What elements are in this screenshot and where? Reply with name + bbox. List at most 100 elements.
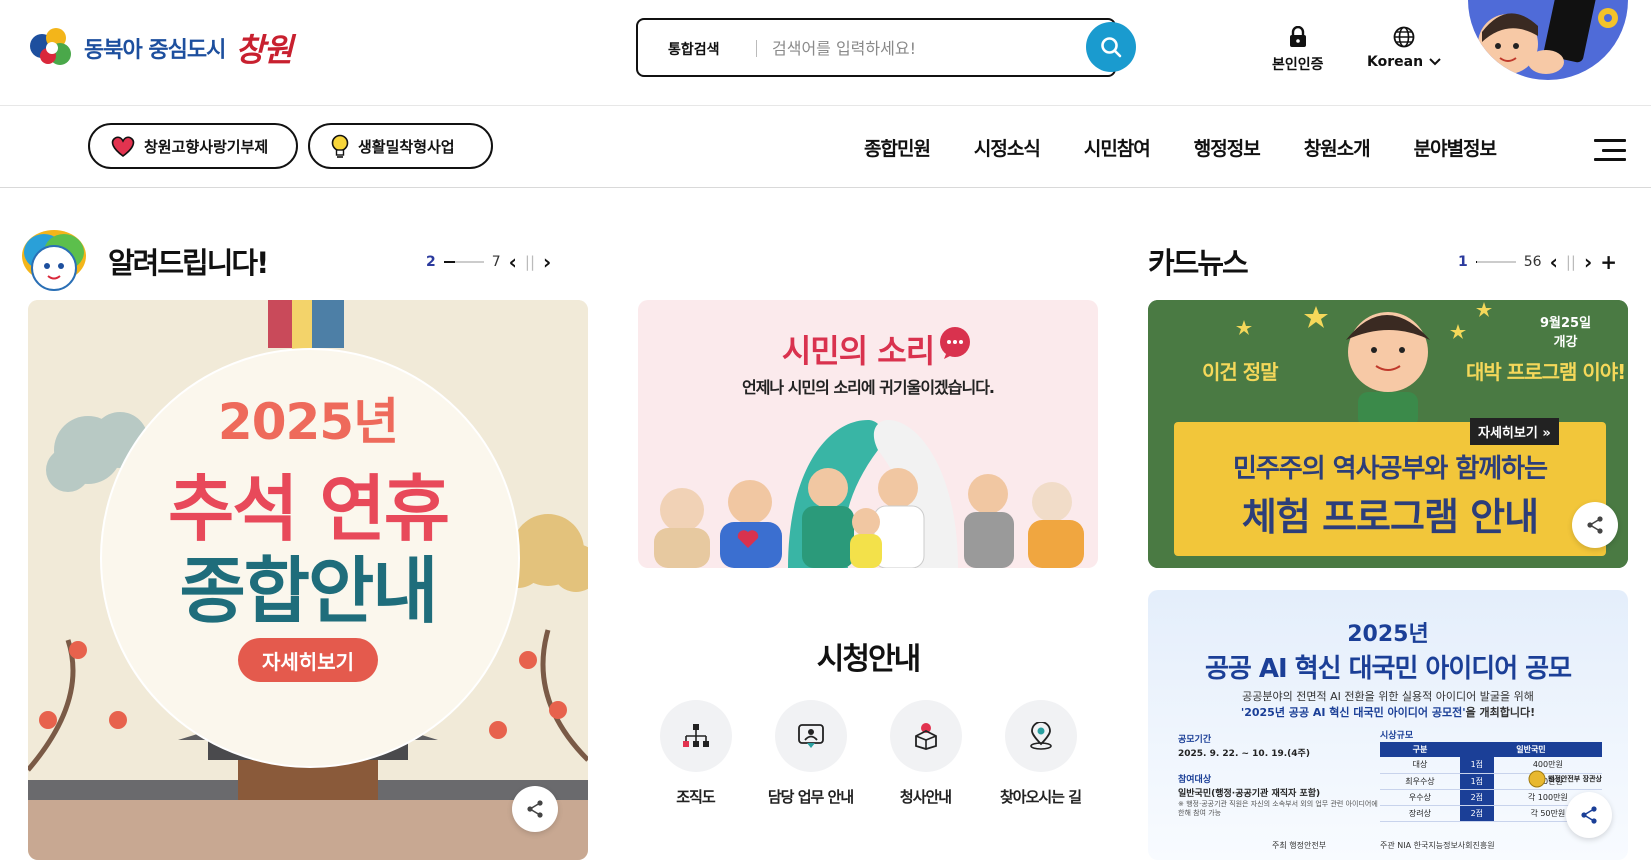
search-icon [1101,37,1122,58]
hamburger-menu-icon[interactable] [1594,139,1626,161]
notice-pager: 2 7 ‹ || › [426,252,551,272]
org-chart-icon [682,724,709,747]
ai-prize-cell: 1점 [1459,773,1494,790]
table-row: 대상 1점 400만원 [1380,757,1602,774]
card-news-section-title: 카드뉴스 [1148,246,1249,280]
chuseok-holiday-banner[interactable]: 2025년 추석 연휴 종합안내 자세히보기 [28,300,588,860]
promo-character-illustration [1468,0,1628,80]
ai-target-note: ※ 행정·공공기관 직원은 자신의 소속부서 외의 업무 관련 아이디어에 한해… [1178,800,1378,818]
city-hall-item-directions[interactable]: 찾아오시는 길 [983,700,1098,807]
menu-item-field-info[interactable]: 분야별정보 [1414,134,1497,161]
menu-item-civil-service[interactable]: 종합민원 [864,134,931,161]
program-caption-right: 대박 프로그램 이야! [1466,360,1626,384]
hometown-love-donation-label: 창원고향사랑기부제 [144,137,269,156]
ai-host-label: 주최 [1272,841,1287,850]
banner-year: 2025년 [217,393,399,451]
city-hall-item-building-guide[interactable]: 청사안내 [868,700,983,807]
search-divider [756,40,757,57]
card-news-more-button[interactable]: + [1600,252,1617,272]
chevron-down-icon [1429,58,1441,66]
citizen-voice-subtitle: 언제나 시민의 소리에 귀기울이겠습니다. [741,378,995,397]
program-headline-1: 민주주의 역사공부와 함께하는 [1232,454,1548,484]
site-logo[interactable]: 동북아 중심도시 창원 [26,24,293,72]
ai-organizer-name: NIA 한국지능정보사회진흥원 [1397,841,1495,850]
card-news-next-button[interactable]: › [1584,252,1592,272]
logo-title: 창원 [235,31,293,69]
citizen-voice-title: 시민의 소리 [781,332,935,370]
notice-pager-current: 2 [426,254,436,270]
identity-verification[interactable]: 본인인증 [1272,26,1324,74]
award-medal-icon [1528,770,1546,788]
language-selector[interactable]: Korean [1367,26,1441,70]
ai-contest-desc: 공공분야의 전면적 AI 전환을 위한 실용적 아이디어 발굴을 위해 [1242,690,1534,703]
card-news-pager-current: 1 [1458,254,1468,270]
history-program-card[interactable]: 9월25일 개강 이건 정말 대박 프로그램 이야! 자세히보기 » 민주주의 … [1148,300,1628,568]
ai-prize-cell: 장려상 [1380,805,1460,822]
card-news-pause-button[interactable]: || [1566,253,1576,271]
notice-pause-button[interactable]: || [525,253,535,271]
chuseok-share-button[interactable] [512,786,558,832]
mascot-icon [22,230,86,291]
heart-icon [111,136,135,157]
ai-contest-share-button[interactable] [1566,792,1612,838]
city-hall-item-label: 청사안내 [899,788,952,806]
ai-contest-year: 2025년 [1347,622,1429,647]
ai-award-note: 행정안전부 장관상 [1548,775,1602,783]
hometown-love-donation-link[interactable]: 창원고향사랑기부제 [88,123,298,169]
program-detail-button[interactable]: 자세히보기 » [1470,418,1559,445]
program-date: 9월25일 [1540,316,1592,331]
site-header: 동북아 중심도시 창원 통합검색 본인인증 Korean [0,0,1651,106]
ai-idea-contest-card[interactable]: 2025년 공공 AI 혁신 대국민 아이디어 공모 공공분야의 전면적 AI … [1148,590,1628,860]
notice-pager-progress [443,261,484,263]
search-scope[interactable]: 통합검색 [668,39,720,59]
ai-period-value: 2025. 9. 22. ~ 10. 19.(4주) [1178,749,1310,759]
program-share-button[interactable] [1572,502,1618,548]
banner-detail-button[interactable]: 자세히보기 [238,638,378,682]
org-chart-icon-wrap [659,700,732,772]
notice-prev-button[interactable]: ‹ [509,252,517,272]
citizens-illustration [654,420,1084,568]
menu-item-admin-info[interactable]: 행정정보 [1194,134,1261,161]
city-emblem-icon [30,28,71,65]
menu-item-citizen-participation[interactable]: 시민참여 [1084,134,1151,161]
ai-prize-cell: 대상 [1380,757,1460,774]
city-hall-guide-list: 조직도 담당 업무 안내 청사안내 찾아오시는 길 [638,700,1098,807]
program-headline-2: 체험 프로그램 안내 [1241,495,1539,539]
share-icon [1581,806,1597,824]
search-input[interactable] [772,33,1052,63]
main-navigation-bar: 창원고향사랑기부제 생활밀착형사업 종합민원 시정소식 시민참여 행정정보 창원… [0,106,1651,188]
ai-contest-title: 공공 AI 혁신 대국민 아이디어 공모 [1204,654,1572,684]
daily-life-project-link[interactable]: 생활밀착형사업 [308,123,493,169]
ai-host-name: 행정안전부 [1289,841,1327,850]
notice-pager-total: 7 [491,254,501,270]
notice-section-title: 알려드립니다! [108,246,269,280]
card-news-prev-button[interactable]: ‹ [1550,252,1558,272]
ai-prize-cell: 2점 [1459,805,1494,822]
notice-next-button[interactable]: › [543,252,551,272]
ai-target-label: 참여대상 [1178,775,1212,785]
ai-contest-desc-em: '2025년 공공 AI 혁신 대국민 아이디어 공모전' [1240,706,1466,719]
staff-guide-icon [797,724,824,748]
program-caption-left: 이건 정말 [1202,360,1279,384]
ai-contest-desc-tail: 을 개최합니다! [1465,706,1536,719]
share-icon [527,800,543,818]
logo-subtitle: 동북아 중심도시 [84,38,226,63]
ai-host: 주최 행정안전부 [1272,840,1326,851]
ai-prize-header: 구분 [1380,742,1460,757]
staff-guide-icon-wrap [774,700,847,772]
card-news-pager-total: 56 [1523,254,1542,270]
share-icon [1587,516,1603,534]
language-label: Korean [1367,54,1424,70]
building-guide-icon [914,723,937,750]
citizen-voice-banner[interactable]: 시민의 소리 언제나 시민의 소리에 귀기울이겠습니다. [638,300,1098,568]
program-date-sub: 개강 [1553,335,1578,350]
ai-period-label: 공모기간 [1178,735,1212,745]
menu-item-about-changwon[interactable]: 창원소개 [1304,134,1371,161]
search-button[interactable] [1086,22,1136,72]
city-hall-item-label: 조직도 [676,788,715,806]
character-with-phone-image [1478,0,1618,74]
menu-item-city-news[interactable]: 시정소식 [974,134,1041,161]
city-hall-item-org-chart[interactable]: 조직도 [638,700,753,807]
city-hall-item-staff-guide[interactable]: 담당 업무 안내 [753,700,868,807]
ai-prize-header: 일반국민 [1459,742,1602,757]
